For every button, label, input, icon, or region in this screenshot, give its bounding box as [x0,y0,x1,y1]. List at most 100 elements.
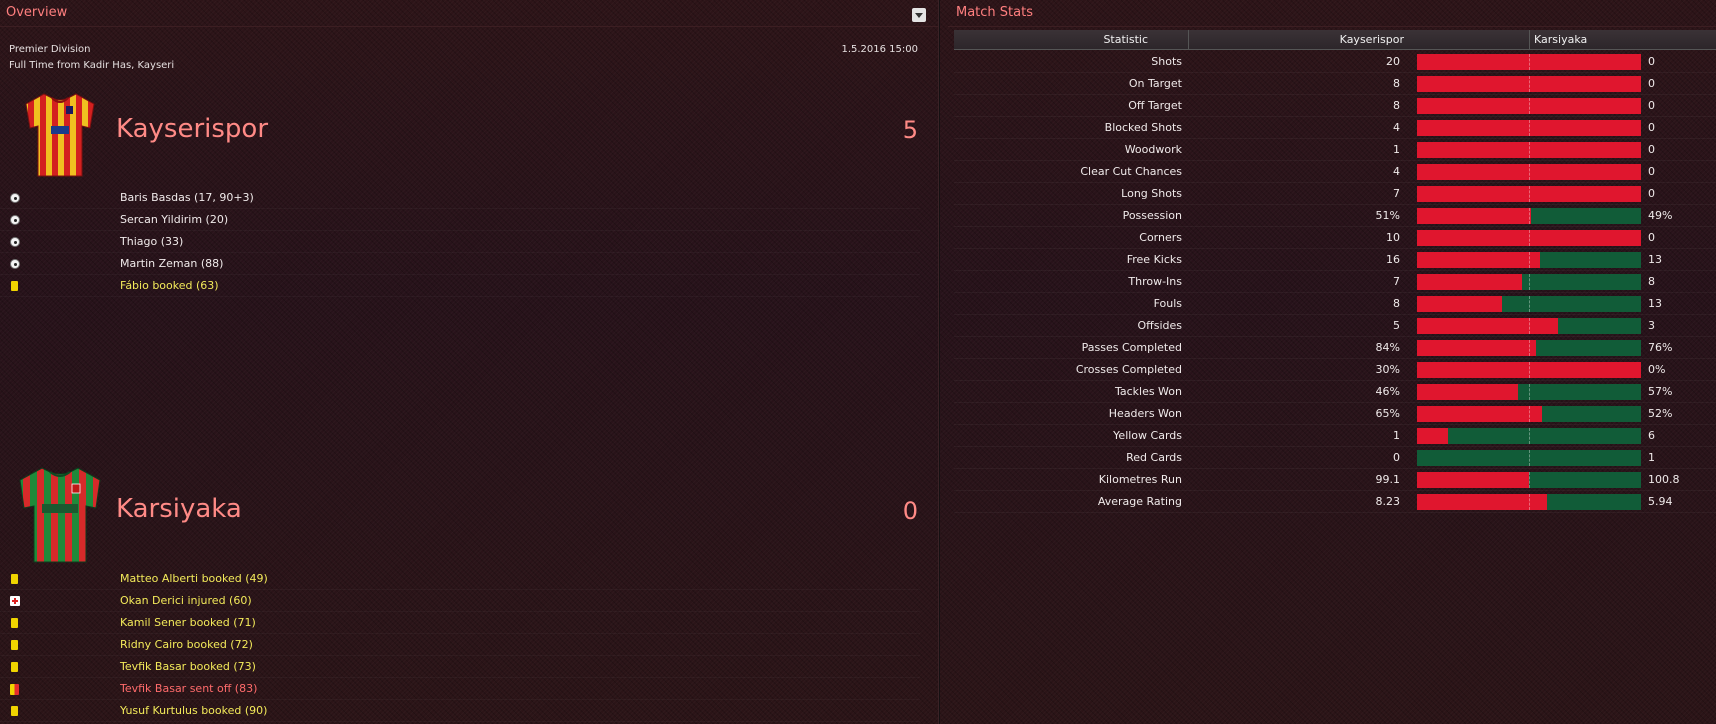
stat-label: On Target [1128,77,1182,90]
home-team-score: 5 [902,116,918,144]
stat-comparison-bar [1417,54,1641,70]
stat-comparison-bar [1417,252,1641,268]
stat-row: Free Kicks 16 13 [954,249,1716,271]
stat-bar-midline [1529,230,1530,246]
event-text[interactable]: Okan Derici injured (60) [120,590,252,612]
match-date: 1.5.2016 15:00 [841,44,918,55]
event-row: Matteo Alberti booked (49) [0,568,920,590]
stat-label: Clear Cut Chances [1080,165,1182,178]
away-team-score: 0 [902,497,918,525]
stat-home-value: 1 [1393,429,1400,442]
stat-comparison-bar [1417,208,1641,224]
stat-home-value: 1 [1393,143,1400,156]
event-row: Kamil Sener booked (71) [0,612,920,634]
event-text[interactable]: Tevfik Basar sent off (83) [120,678,257,700]
stat-comparison-bar [1417,406,1641,422]
event-text[interactable]: Sercan Yildirim (20) [120,209,228,231]
stat-comparison-bar [1417,230,1641,246]
stat-away-value: 0 [1648,121,1655,134]
overview-title: Overview [6,5,68,20]
stat-away-value: 0 [1648,77,1655,90]
yellow-card-icon [11,662,18,672]
competition-label: Premier Division [9,44,91,55]
stat-home-value: 8.23 [1375,495,1401,508]
stat-bar-midline [1529,450,1530,466]
event-row: Yusuf Kurtulus booked (90) [0,700,920,722]
stat-home-value: 7 [1393,187,1400,200]
stat-bar-midline [1529,120,1530,136]
stat-comparison-bar [1417,274,1641,290]
event-row: Tevfik Basar sent off (83) [0,678,920,700]
stat-home-value: 10 [1386,231,1400,244]
stat-home-value: 8 [1393,77,1400,90]
stat-row: Corners 10 0 [954,227,1716,249]
stat-comparison-bar [1417,450,1641,466]
event-row: Sercan Yildirim (20) [0,209,920,231]
event-text[interactable]: Yusuf Kurtulus booked (90) [120,700,267,722]
stat-bar-midline [1529,54,1530,70]
stat-row: Tackles Won 46% 57% [954,381,1716,403]
stat-bar-midline [1529,362,1530,378]
stat-away-value: 0 [1648,55,1655,68]
stat-bar-home-fill [1417,252,1541,268]
stat-comparison-bar [1417,318,1641,334]
event-text[interactable]: Thiago (33) [120,231,183,253]
stat-row: Shots 20 0 [954,51,1716,73]
stat-row: Throw-Ins 7 8 [954,271,1716,293]
stat-home-value: 84% [1375,341,1400,354]
stat-away-value: 0 [1648,99,1655,112]
stat-bar-midline [1529,208,1530,224]
stat-away-value: 3 [1648,319,1655,332]
match-status: Full Time from Kadir Has, Kayseri [9,60,175,71]
overview-dropdown-button[interactable] [912,8,926,22]
stat-label: Passes Completed [1081,341,1182,354]
stat-label: Average Rating [1097,495,1182,508]
stat-home-value: 65% [1375,407,1400,420]
stat-bar-home-fill [1417,208,1532,224]
stat-away-value: 57% [1648,385,1673,398]
ball-icon [10,237,20,247]
away-events-list: Matteo Alberti booked (49) Okan Derici in… [0,568,920,722]
stat-label: Corners [1139,231,1182,244]
stat-comparison-bar [1417,296,1641,312]
header-statistic[interactable]: Statistic [1103,33,1148,46]
stat-row: Woodwork 1 0 [954,139,1716,161]
match-stats-title: Match Stats [956,5,1033,20]
event-text[interactable]: Fábio booked (63) [120,275,219,297]
stat-bar-home-fill [1417,494,1547,510]
stat-label: Shots [1151,55,1182,68]
stat-label: Yellow Cards [1113,429,1182,442]
home-team-name[interactable]: Kayserispor [116,114,268,144]
stat-comparison-bar [1417,494,1641,510]
away-kit-icon [16,466,104,567]
event-row: Martin Zeman (88) [0,253,920,275]
stat-comparison-bar [1417,384,1641,400]
stat-home-value: 7 [1393,275,1400,288]
header-home-team[interactable]: Kayserispor [1340,33,1404,46]
ball-icon [10,215,20,225]
stat-row: Kilometres Run 99.1 100.8 [954,469,1716,491]
stat-bar-midline [1529,428,1530,444]
stat-away-value: 0% [1648,363,1666,376]
stat-bar-midline [1529,318,1530,334]
stat-bar-midline [1529,406,1530,422]
panel-divider[interactable] [938,0,940,724]
overview-titlebar [0,0,938,27]
stat-label: Offsides [1137,319,1182,332]
stat-bar-home-fill [1417,274,1523,290]
event-text[interactable]: Martin Zeman (88) [120,253,223,275]
event-text[interactable]: Ridny Cairo booked (72) [120,634,253,656]
event-text[interactable]: Matteo Alberti booked (49) [120,568,268,590]
away-team-name[interactable]: Karsiyaka [116,494,242,524]
stat-home-value: 5 [1393,319,1400,332]
stat-label: Red Cards [1126,451,1182,464]
header-away-team[interactable]: Karsiyaka [1534,33,1587,46]
stat-home-value: 46% [1375,385,1400,398]
header-separator [1529,30,1530,50]
event-text[interactable]: Tevfik Basar booked (73) [120,656,256,678]
event-text[interactable]: Baris Basdas (17, 90+3) [120,187,254,209]
stat-row: Passes Completed 84% 76% [954,337,1716,359]
stat-away-value: 5.94 [1648,495,1673,508]
yellow-card-icon [11,706,18,716]
event-text[interactable]: Kamil Sener booked (71) [120,612,256,634]
